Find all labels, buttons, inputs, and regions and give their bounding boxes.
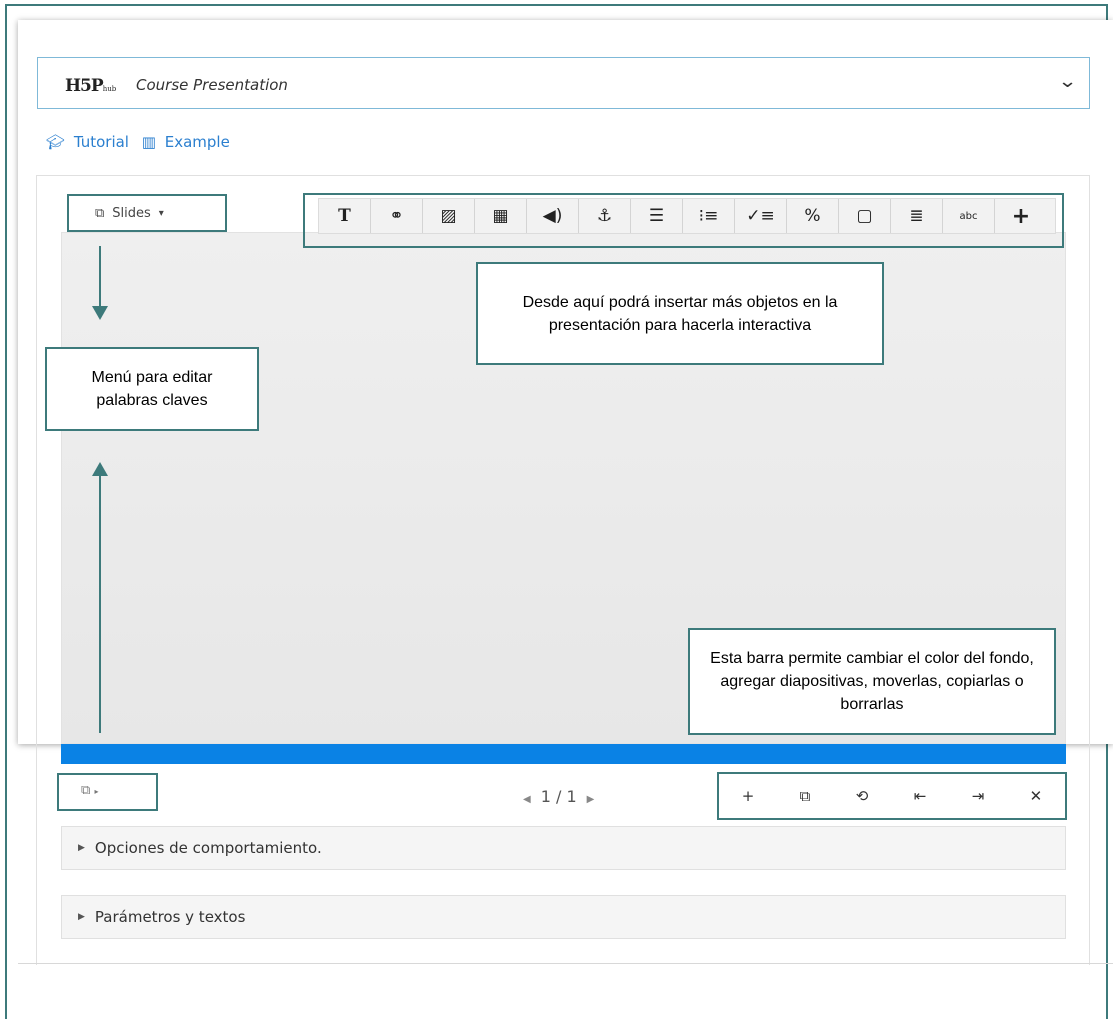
clone-slide-icon[interactable]: ⧉ <box>800 787 811 805</box>
help-links: 🎓︎ Tutorial ▥ Example <box>46 133 238 151</box>
slidebar-callout-text: Esta barra permite cambiar el color del … <box>710 650 1034 713</box>
slide-background-icon[interactable]: ⟲ <box>856 787 869 805</box>
arrow-down <box>99 246 101 308</box>
next-slide-icon[interactable]: ▶ <box>587 794 595 805</box>
arrow-up <box>99 475 101 733</box>
slide-background-menu-button[interactable]: ⧉ ▸ <box>57 773 158 811</box>
example-link[interactable]: ▥ Example <box>142 133 234 151</box>
accordion-behaviour[interactable]: ▶ Opciones de comportamiento. <box>61 826 1066 870</box>
tutorial-link[interactable]: 🎓︎ Tutorial <box>46 133 133 151</box>
page-indicator: 1 / 1 <box>540 787 577 806</box>
slides-keywords-menu-button[interactable]: ⧉ Slides ▾ <box>67 194 227 232</box>
caret-right-icon: ▶ <box>78 912 85 922</box>
slides-icon: ⧉ <box>95 205 105 221</box>
hub-content-type-bar[interactable]: H5Phub Course Presentation ⌄ <box>37 57 1090 109</box>
toolbar-highlight <box>303 193 1064 248</box>
toolbar-callout-text: Desde aquí podrá insertar más objetos en… <box>522 293 838 334</box>
slide-tools-bar: + ⧉ ⟲ ⇤ ⇥ ✕ <box>717 772 1067 820</box>
move-right-icon[interactable]: ⇥ <box>972 787 985 805</box>
move-left-icon[interactable]: ⇤ <box>914 787 927 805</box>
arrow-down-head <box>92 306 108 320</box>
accordion-parameters[interactable]: ▶ Parámetros y textos <box>61 895 1066 939</box>
accordion-behaviour-label: Opciones de comportamiento. <box>94 839 322 857</box>
accordion-parameters-label: Parámetros y textos <box>94 908 246 926</box>
divider <box>18 963 1113 964</box>
caret-right-icon: ▶ <box>78 843 85 853</box>
caret-icon: ▸ <box>94 787 99 796</box>
content-type-title: Course Presentation <box>136 76 288 94</box>
prev-slide-icon[interactable]: ◀ <box>523 794 531 805</box>
slide-pager: ◀ 1 / 1 ▶ <box>513 787 604 806</box>
chevron-down-icon[interactable]: ⌄ <box>1058 71 1078 92</box>
graduation-cap-icon: 🎓︎ <box>46 133 66 151</box>
keywords-callout-text: Menú para editar palabras claves <box>91 369 213 409</box>
arrow-up-head <box>92 462 108 476</box>
book-icon: ▥ <box>141 133 156 151</box>
toolbar-callout: Desde aquí podrá insertar más objetos en… <box>476 262 884 365</box>
h5p-hub-logo: H5Phub <box>65 76 117 96</box>
keywords-callout: Menú para editar palabras claves <box>45 347 259 431</box>
caret-down-icon: ▾ <box>158 207 164 219</box>
delete-slide-icon[interactable]: ✕ <box>1030 787 1043 805</box>
slide-progress-bar <box>61 744 1066 764</box>
add-slide-icon[interactable]: + <box>742 787 755 805</box>
slidebar-callout: Esta barra permite cambiar el color del … <box>688 628 1056 735</box>
slides-icon: ⧉ <box>81 783 91 798</box>
slides-label: Slides <box>112 205 151 221</box>
